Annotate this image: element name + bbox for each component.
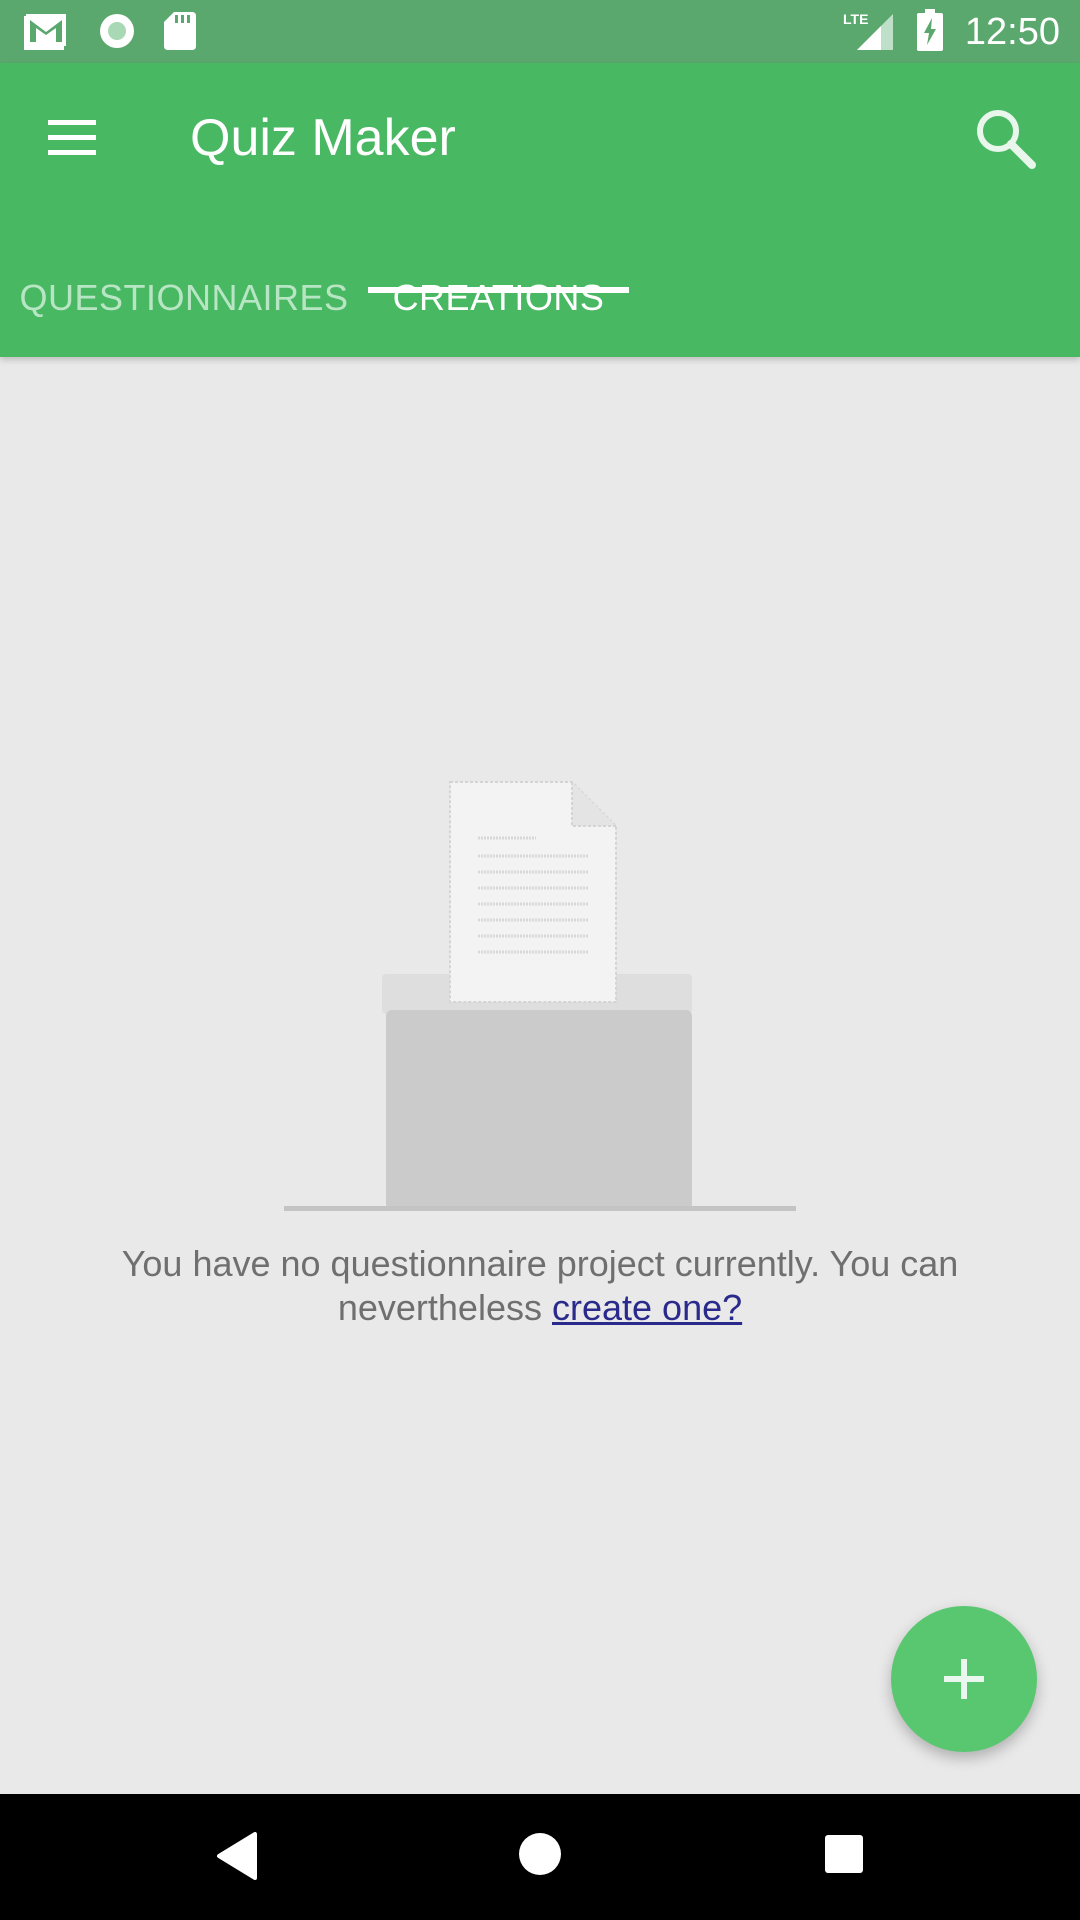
- status-indicators: LTE 12:50: [843, 8, 1060, 56]
- plus-icon: [944, 1659, 984, 1699]
- tab-indicator: [368, 287, 629, 293]
- empty-state-text: You have no questionnaire project curren…: [121, 1243, 959, 1328]
- hamburger-menu-icon[interactable]: [46, 118, 98, 158]
- network-label: LTE: [843, 11, 868, 27]
- empty-state-message: You have no questionnaire project curren…: [100, 1242, 980, 1330]
- gmail-icon: [24, 12, 70, 55]
- app-title: Quiz Maker: [190, 109, 456, 167]
- status-notifications: [24, 12, 196, 55]
- circle-notification-icon: [98, 12, 136, 55]
- status-time: 12:50: [964, 11, 1060, 53]
- back-icon[interactable]: [215, 1832, 257, 1885]
- battery-charging-icon: [916, 8, 943, 56]
- tab-creations[interactable]: CREATIONS: [368, 253, 629, 357]
- status-bar: LTE 12:50: [0, 0, 1080, 63]
- create-one-link[interactable]: create one?: [552, 1287, 742, 1328]
- sd-card-icon: [164, 12, 196, 55]
- search-icon[interactable]: [970, 103, 1040, 173]
- app-bar: Quiz Maker QUESTIONNAIRES CREATIONS: [0, 63, 1080, 357]
- system-nav-bar: [0, 1794, 1080, 1920]
- home-icon[interactable]: [518, 1832, 562, 1881]
- ballot-box-icon: [282, 778, 798, 1214]
- signal-icon: LTE: [843, 10, 895, 55]
- tab-bar: QUESTIONNAIRES CREATIONS: [0, 253, 1080, 357]
- add-button[interactable]: [891, 1606, 1037, 1752]
- recents-icon[interactable]: [824, 1834, 864, 1879]
- tab-questionnaires[interactable]: QUESTIONNAIRES: [0, 253, 368, 357]
